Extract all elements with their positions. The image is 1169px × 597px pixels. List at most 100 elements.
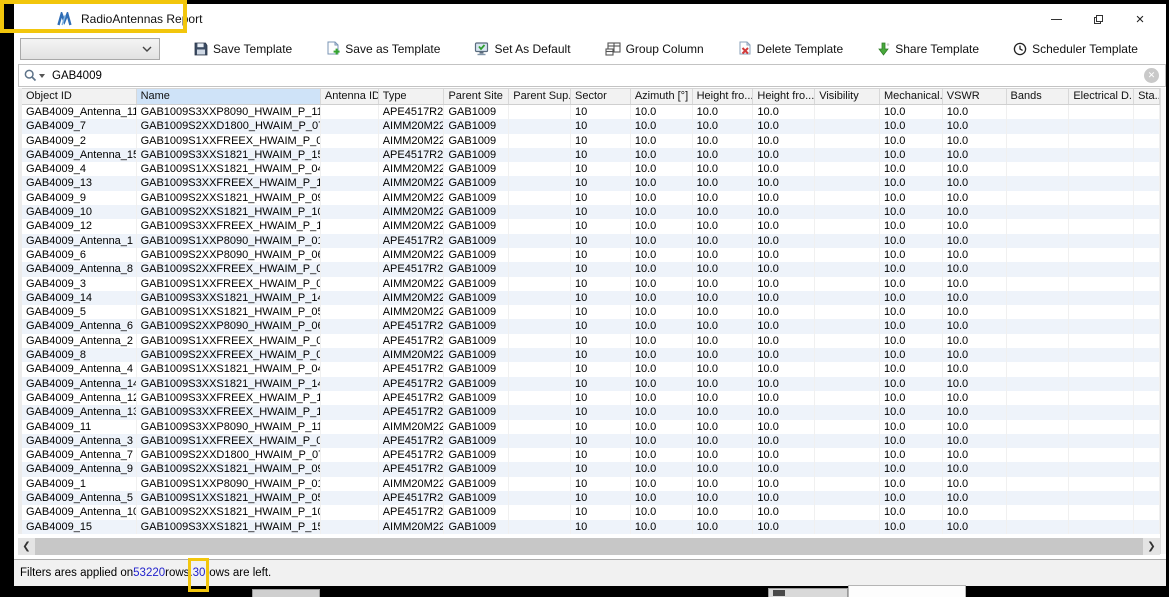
table-row[interactable]: GAB4009_Antenna_5GAB1009S1XXS1821_HWAIM_… (22, 491, 1160, 505)
table-cell (1134, 491, 1160, 505)
minimize-button[interactable] (1042, 7, 1070, 31)
column-header[interactable]: Mechanical... (880, 89, 943, 104)
search-clear-icon[interactable]: ✕ (1144, 68, 1159, 83)
column-header[interactable]: Height fro... (753, 89, 815, 104)
column-header[interactable]: Parent Site (444, 89, 509, 104)
window-title: RadioAntennas Report (81, 12, 202, 26)
set-as-default-button[interactable]: Set As Default (468, 39, 576, 59)
table-cell (1007, 205, 1070, 219)
table-cell: 10.0 (631, 219, 693, 233)
table-row[interactable]: GAB4009_Antenna_10GAB1009S2XXS1821_HWAIM… (22, 505, 1160, 519)
table-row[interactable]: GAB4009_Antenna_9GAB1009S2XXS1821_HWAIM_… (22, 462, 1160, 476)
table-cell: 10.0 (943, 420, 1007, 434)
table-cell: GAB1009 (444, 462, 509, 476)
table-row[interactable]: GAB4009_2GAB1009S1XXFREEX_HWAIM_P_02AIMM… (22, 134, 1160, 148)
table-cell (815, 148, 880, 162)
share-template-button[interactable]: Share Template (871, 39, 985, 59)
table-row[interactable]: GAB4009_8GAB1009S2XXFREEX_HWAIM_P_08AIMM… (22, 348, 1160, 362)
group-column-button[interactable]: Group Column (599, 39, 710, 59)
table-row[interactable]: GAB4009_7GAB1009S2XXD1800_HWAIM_P_07AIMM… (22, 119, 1160, 133)
search-bar[interactable]: GAB4009 ✕ (18, 64, 1166, 87)
table-cell: 10 (571, 520, 631, 534)
column-header[interactable]: Azimuth [°] (631, 89, 693, 104)
table-row[interactable]: GAB4009_4GAB1009S1XXS1821_HWAIM_P_04AIMM… (22, 162, 1160, 176)
table-cell: 10.0 (943, 291, 1007, 305)
delete-template-button[interactable]: Delete Template (732, 38, 850, 59)
table-row[interactable]: GAB4009_Antenna_4GAB1009S1XXS1821_HWAIM_… (22, 362, 1160, 376)
table-cell: 10.0 (943, 134, 1007, 148)
table-cell: GAB1009 (444, 391, 509, 405)
table-cell: 10.0 (753, 148, 815, 162)
table-cell: 10.0 (943, 348, 1007, 362)
table-cell: 10.0 (631, 191, 693, 205)
table-cell: 10.0 (943, 334, 1007, 348)
column-header[interactable]: Sta... (1134, 89, 1160, 104)
table-cell: 10.0 (753, 262, 815, 276)
table-row[interactable]: GAB4009_5GAB1009S1XXS1821_HWAIM_P_05AIMM… (22, 305, 1160, 319)
table-row[interactable]: GAB4009_Antenna_1GAB1009S1XXP8090_HWAIM_… (22, 234, 1160, 248)
table-row[interactable]: GAB4009_Antenna_12GAB1009S3XXFREEX_HWAIM… (22, 391, 1160, 405)
table-cell (1007, 505, 1070, 519)
save-template-button[interactable]: Save Template (188, 39, 298, 59)
column-header[interactable]: Antenna ID (321, 89, 379, 104)
column-header[interactable]: Visibility (815, 89, 880, 104)
table-cell: GAB1009 (444, 434, 509, 448)
horizontal-scrollbar-thumb[interactable] (35, 538, 1143, 555)
cutoff-panel-fragment (848, 585, 966, 597)
vertical-scrollbar[interactable] (1160, 88, 1166, 554)
column-header[interactable]: Object ID (22, 89, 137, 104)
table-cell (1007, 262, 1070, 276)
scheduler-template-button[interactable]: Scheduler Template (1007, 39, 1144, 59)
column-header[interactable]: Name (137, 89, 321, 104)
table-row[interactable]: GAB4009_Antenna_13GAB1009S3XXFREEX_HWAIM… (22, 405, 1160, 419)
column-header[interactable]: Electrical D... (1069, 89, 1134, 104)
column-header[interactable]: Height fro... (693, 89, 754, 104)
column-header[interactable]: Bands (1007, 89, 1070, 104)
scroll-right-arrow-icon[interactable]: ❯ (1143, 538, 1160, 555)
close-button[interactable]: × (1126, 7, 1154, 31)
table-row[interactable]: GAB4009_Antenna_14GAB1009S3XXS1821_HWAIM… (22, 377, 1160, 391)
table-row[interactable]: GAB4009_Antenna_15GAB1009S3XXS1821_HWAIM… (22, 148, 1160, 162)
table-row[interactable]: GAB4009_Antenna_3GAB1009S1XXFREEX_HWAIM_… (22, 434, 1160, 448)
table-row[interactable]: GAB4009_10GAB1009S2XXS1821_HWAIM_P_10AIM… (22, 205, 1160, 219)
scroll-left-arrow-icon[interactable]: ❮ (18, 538, 35, 555)
table-row[interactable]: GAB4009_Antenna_6GAB1009S2XXP8090_HWAIM_… (22, 319, 1160, 333)
table-cell (815, 348, 880, 362)
table-cell (1007, 234, 1070, 248)
column-header[interactable]: Sector (571, 89, 631, 104)
set-default-icon (474, 42, 489, 56)
column-header[interactable]: VSWR (943, 89, 1007, 104)
table-cell: GAB1009S1XXFREEX_HWAIM_P_02 (137, 134, 321, 148)
table-cell (1007, 248, 1070, 262)
table-row[interactable]: GAB4009_6GAB1009S2XXP8090_HWAIM_P_06AIMM… (22, 248, 1160, 262)
table-cell: AIMM20M22... (379, 277, 445, 291)
horizontal-scrollbar[interactable]: ❮ ❯ (18, 538, 1160, 555)
table-row[interactable]: GAB4009_Antenna_11GAB1009S3XXP8090_HWAIM… (22, 105, 1160, 119)
status-text-prefix: Filters ares applied on (20, 567, 133, 579)
table-row[interactable]: GAB4009_14GAB1009S3XXS1821_HWAIM_P_14AIM… (22, 291, 1160, 305)
table-cell (1134, 191, 1160, 205)
table-cell: 10 (571, 334, 631, 348)
save-as-template-button[interactable]: Save as Template (320, 38, 446, 59)
search-input[interactable]: GAB4009 (52, 70, 1144, 82)
table-row[interactable]: GAB4009_Antenna_8GAB1009S2XXFREEX_HWAIM_… (22, 262, 1160, 276)
table-cell: GAB4009_Antenna_13 (22, 405, 137, 419)
table-row[interactable]: GAB4009_3GAB1009S1XXFREEX_HWAIM_P_03AIMM… (22, 277, 1160, 291)
table-row[interactable]: GAB4009_9GAB1009S2XXS1821_HWAIM_P_09AIMM… (22, 191, 1160, 205)
column-header[interactable]: Type (379, 89, 445, 104)
search-options-caret-icon[interactable] (39, 74, 45, 78)
table-row[interactable]: GAB4009_11GAB1009S3XXP8090_HWAIM_P_11AIM… (22, 420, 1160, 434)
table-cell: GAB1009S1XXS1821_HWAIM_P_04\1 (137, 362, 321, 376)
table-row[interactable]: GAB4009_Antenna_7GAB1009S2XXD1800_HWAIM_… (22, 448, 1160, 462)
template-dropdown[interactable] (20, 38, 160, 60)
restore-button[interactable] (1084, 7, 1112, 31)
table-row[interactable]: GAB4009_12GAB1009S3XXFREEX_HWAIM_P_12AIM… (22, 219, 1160, 233)
column-header[interactable]: Parent Sup... (509, 89, 571, 104)
table-row[interactable]: GAB4009_Antenna_2GAB1009S1XXFREEX_HWAIM_… (22, 334, 1160, 348)
table-row[interactable]: GAB4009_13GAB1009S3XXFREEX_HWAIM_P_13AIM… (22, 176, 1160, 190)
table-row[interactable]: GAB4009_1GAB1009S1XXP8090_HWAIM_P_01AIMM… (22, 477, 1160, 491)
table-cell: 10.0 (631, 491, 693, 505)
table-cell: 10.0 (943, 462, 1007, 476)
table-row[interactable]: GAB4009_15GAB1009S3XXS1821_HWAIM_P_15AIM… (22, 520, 1160, 534)
status-left-rows: 30 (193, 567, 206, 579)
